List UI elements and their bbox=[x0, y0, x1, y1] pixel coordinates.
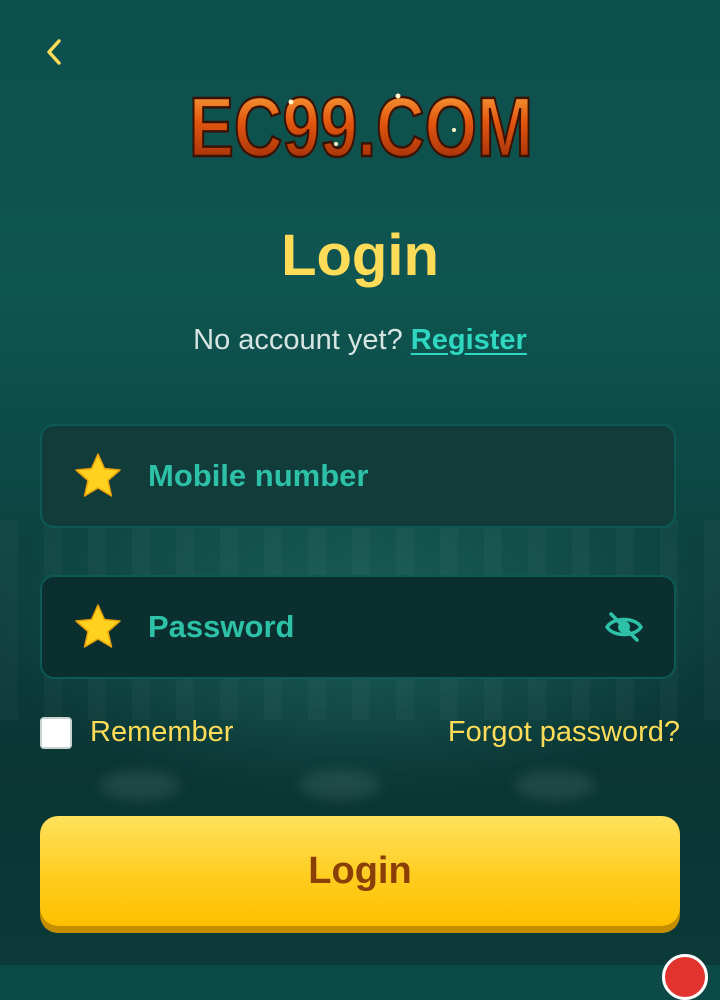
brand-logo: EC99.COM bbox=[188, 84, 535, 172]
chevron-left-icon bbox=[47, 39, 61, 65]
stadium-light-decoration bbox=[300, 770, 380, 800]
register-prompt: No account yet? Register bbox=[0, 322, 720, 358]
eye-off-icon bbox=[604, 612, 644, 642]
forgot-password-link[interactable]: Forgot password? bbox=[448, 716, 680, 749]
star-icon bbox=[75, 604, 121, 648]
star-icon bbox=[75, 453, 121, 497]
logo-text: EC99.COM bbox=[189, 84, 533, 172]
password-field[interactable] bbox=[40, 575, 676, 679]
remember-option[interactable]: Remember bbox=[40, 716, 233, 749]
password-input[interactable] bbox=[146, 596, 602, 658]
stadium-light-decoration bbox=[100, 770, 180, 800]
floating-support-button[interactable] bbox=[662, 954, 708, 1000]
no-account-text: No account yet? bbox=[193, 324, 403, 356]
remember-checkbox[interactable] bbox=[40, 716, 72, 749]
mobile-number-input[interactable] bbox=[146, 445, 674, 507]
password-visibility-toggle[interactable] bbox=[602, 605, 646, 649]
remember-label: Remember bbox=[90, 716, 234, 748]
login-button[interactable]: Login bbox=[40, 816, 680, 926]
page-title: Login bbox=[281, 223, 439, 288]
register-link[interactable]: Register bbox=[411, 324, 527, 356]
back-button[interactable] bbox=[36, 34, 72, 70]
stadium-light-decoration bbox=[515, 770, 595, 800]
login-button-label: Login bbox=[308, 849, 412, 892]
mobile-number-field[interactable] bbox=[40, 424, 676, 528]
